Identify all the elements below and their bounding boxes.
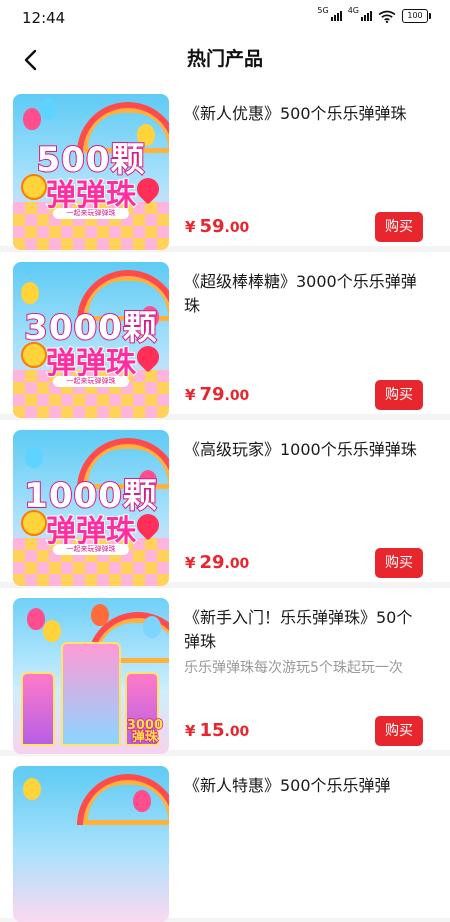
page-title: 热门产品 [186, 48, 263, 70]
product-description: 乐乐弹弹珠每次游玩5个珠起玩一次 [184, 660, 403, 676]
product-image [13, 766, 169, 922]
navigation-bar: 热门产品 [0, 36, 450, 84]
price-integer: 29 [199, 552, 225, 573]
product-card[interactable]: 3000 弹珠 《新手入门！乐乐弹弹珠》50个弹珠 乐乐弹弹珠每次游玩5个珠起玩… [0, 588, 450, 754]
product-price: ¥59.00 [185, 216, 249, 237]
product-title: 《新人特惠》500个乐乐弹弹 [184, 776, 391, 795]
product-title: 《高级玩家》1000个乐乐弹弹珠 [184, 440, 417, 459]
battery-icon: 100 [402, 9, 431, 23]
product-title: 《新人优惠》500个乐乐弹弹珠 [184, 104, 407, 123]
image-caption: 一起来玩弹弹珠 [53, 208, 129, 219]
product-image: 500颗 弹弹珠 一起来玩弹弹珠 [13, 94, 169, 250]
chevron-left-icon [24, 49, 37, 71]
image-caption: 一起来玩弹弹珠 [53, 544, 129, 555]
wifi-icon [378, 10, 396, 23]
product-title: 《新手入门！乐乐弹弹珠》50个弹珠 [184, 608, 413, 651]
smiley-icon [21, 510, 47, 536]
price-decimal: .00 [224, 556, 250, 572]
image-tag: 3000 弹珠 [126, 718, 164, 745]
product-price: ¥15.00 [185, 720, 249, 741]
buy-button[interactable]: 购买 [375, 716, 423, 746]
product-image: 3000 弹珠 [13, 598, 169, 754]
product-image: 1000颗 弹弹珠 一起来玩弹弹珠 [13, 430, 169, 586]
product-price: ¥79.00 [185, 384, 249, 405]
status-bar: 12:44 5G 4G 100 [0, 0, 450, 36]
price-decimal: .00 [224, 220, 250, 236]
network-5g-label: 5G [317, 6, 329, 15]
currency-symbol: ¥ [185, 722, 196, 740]
currency-symbol: ¥ [185, 386, 196, 404]
price-decimal: .00 [224, 388, 250, 404]
price-integer: 59 [199, 216, 225, 237]
smiley-icon [21, 174, 47, 200]
product-card[interactable]: 3000颗 弹弹珠 一起来玩弹弹珠 《超级棒棒糖》3000个乐乐弹弹珠 ¥79.… [0, 252, 450, 418]
product-card[interactable]: 《新人特惠》500个乐乐弹弹 [0, 756, 450, 922]
status-icons: 5G 4G 100 [317, 6, 431, 23]
smiley-icon [21, 342, 47, 368]
currency-symbol: ¥ [185, 218, 196, 236]
image-caption: 一起来玩弹弹珠 [53, 376, 129, 387]
product-card[interactable]: 1000颗 弹弹珠 一起来玩弹弹珠 《高级玩家》1000个乐乐弹弹珠 ¥29.0… [0, 420, 450, 586]
buy-button[interactable]: 购买 [375, 212, 423, 242]
product-image: 3000颗 弹弹珠 一起来玩弹弹珠 [13, 262, 169, 418]
product-price: ¥29.00 [185, 552, 249, 573]
buy-button[interactable]: 购买 [375, 548, 423, 578]
price-integer: 79 [199, 384, 225, 405]
currency-symbol: ¥ [185, 554, 196, 572]
product-title: 《超级棒棒糖》3000个乐乐弹弹珠 [184, 272, 417, 315]
price-decimal: .00 [224, 724, 250, 740]
back-button[interactable] [12, 42, 48, 78]
product-card[interactable]: 500颗 弹弹珠 一起来玩弹弹珠 《新人优惠》500个乐乐弹弹珠 ¥59.00 … [0, 84, 450, 250]
signal-icon: 4G [348, 6, 372, 21]
price-integer: 15 [199, 720, 225, 741]
buy-button[interactable]: 购买 [375, 380, 423, 410]
signal-icon: 5G [317, 6, 342, 21]
network-4g-label: 4G [347, 6, 359, 15]
status-time: 12:44 [22, 9, 66, 27]
image-tag-text: 弹珠 [131, 730, 159, 745]
